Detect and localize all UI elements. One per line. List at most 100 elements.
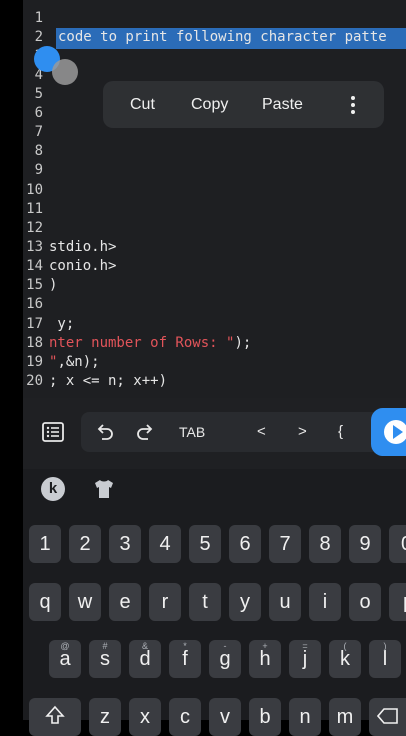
code-text: ) [49, 277, 58, 293]
cut-button[interactable]: Cut [130, 81, 155, 128]
code-line[interactable]: 15) [23, 276, 406, 295]
key-k[interactable]: (k [329, 640, 361, 678]
backspace-key[interactable] [369, 698, 406, 736]
code-line[interactable]: 10 [23, 181, 406, 200]
toolbar-keys [81, 412, 381, 452]
line-number: 13 [26, 239, 43, 255]
key-a-label: a [59, 648, 71, 670]
key-l-alt: ) [383, 641, 387, 651]
key-v[interactable]: v [209, 698, 241, 736]
line-number: 6 [34, 105, 43, 121]
key-z[interactable]: z [89, 698, 121, 736]
paste-button[interactable]: Paste [262, 81, 303, 128]
key-0[interactable]: 0 [389, 525, 406, 563]
line-number: 16 [26, 296, 43, 312]
code-line[interactable]: 17 y; [23, 315, 406, 334]
key-g[interactable]: -g [209, 640, 241, 678]
code-line[interactable]: 20 ; x <= n; x++) [23, 372, 406, 391]
code-text: ; x <= n; x++) [49, 373, 168, 389]
key-b[interactable]: b [249, 698, 281, 736]
touch-indicator [52, 59, 78, 85]
key-c[interactable]: c [169, 698, 201, 736]
line-number: 17 [26, 316, 43, 332]
copy-button[interactable]: Copy [191, 81, 228, 128]
key-k-alt: ( [343, 641, 347, 651]
code-line[interactable]: 16 [23, 295, 406, 314]
code-text: y; [49, 316, 75, 332]
shift-icon [45, 705, 65, 724]
keyboard-logo-icon[interactable]: k [41, 477, 65, 501]
key-h[interactable]: + h [249, 640, 281, 678]
line-number: 20 [26, 373, 43, 389]
key-5[interactable]: 5 [189, 525, 221, 563]
brace-key[interactable]: { [338, 412, 343, 452]
code-line[interactable]: 3 [23, 47, 406, 66]
code-line[interactable]: 11 [23, 200, 406, 219]
key-g-label: g [219, 648, 231, 670]
key-a[interactable]: @ a [49, 640, 81, 678]
code-line[interactable]: 9 [23, 161, 406, 180]
key-s[interactable]: # s [89, 640, 121, 678]
key-7[interactable]: 7 [269, 525, 301, 563]
key-o[interactable]: o [349, 583, 381, 621]
key-u[interactable]: u [269, 583, 301, 621]
code-line[interactable]: 18 nter number of Rows: "); [23, 334, 406, 353]
shift-key[interactable] [29, 698, 81, 736]
line-number: 5 [34, 86, 43, 102]
key-x[interactable]: x [129, 698, 161, 736]
shirt-icon[interactable] [92, 477, 116, 501]
code-line[interactable]: 13 stdio.h> [23, 238, 406, 257]
run-button[interactable] [371, 408, 406, 456]
key-q[interactable]: q [29, 583, 61, 621]
tab-key[interactable]: TAB [179, 412, 205, 452]
key-4[interactable]: 4 [149, 525, 181, 563]
soft-keyboard: k 1 2 3 4 5 6 7 8 9 0 q w e r t y u i o … [23, 469, 406, 736]
key-j-label: j [302, 648, 308, 670]
code-text: ,&n); [57, 354, 100, 370]
key-j[interactable]: = j [289, 640, 321, 678]
key-2[interactable]: 2 [69, 525, 101, 563]
code-line[interactable]: 14 conio.h> [23, 257, 406, 276]
key-p[interactable]: p [389, 583, 406, 621]
key-i[interactable]: i [309, 583, 341, 621]
key-y[interactable]: y [229, 583, 261, 621]
key-e[interactable]: e [109, 583, 141, 621]
code-line[interactable]: 1 [23, 9, 406, 28]
key-1[interactable]: 1 [29, 525, 61, 563]
code-line[interactable]: 8 [23, 142, 406, 161]
key-m[interactable]: m [329, 698, 361, 736]
redo-icon[interactable] [135, 422, 155, 442]
key-d-label: d [139, 648, 151, 670]
less-than-key[interactable]: < [257, 412, 266, 452]
key-r[interactable]: r [149, 583, 181, 621]
key-l[interactable]: ) l [369, 640, 401, 678]
line-number: 11 [26, 201, 43, 217]
code-editor[interactable]: 1 2 code to print following character pat… [23, 0, 406, 398]
key-8[interactable]: 8 [309, 525, 341, 563]
code-line[interactable]: 12 [23, 219, 406, 238]
code-text: conio.h> [49, 258, 117, 274]
key-a-alt: @ [60, 641, 70, 651]
more-vert-icon[interactable] [347, 95, 359, 115]
key-t[interactable]: t [189, 583, 221, 621]
key-9[interactable]: 9 [349, 525, 381, 563]
code-line[interactable]: 2 code to print following character patte [23, 28, 406, 47]
line-number: 2 [34, 29, 43, 45]
key-h-label: h [259, 648, 271, 670]
key-w[interactable]: w [69, 583, 101, 621]
key-l-label: l [382, 648, 388, 670]
code-text: code to print following character patte [58, 29, 387, 45]
line-number: 9 [34, 162, 43, 178]
undo-icon[interactable] [95, 422, 115, 442]
greater-than-key[interactable]: > [298, 412, 307, 452]
key-h-alt: + [262, 641, 268, 651]
list-icon[interactable] [41, 420, 65, 444]
key-6[interactable]: 6 [229, 525, 261, 563]
line-number: 15 [26, 277, 43, 293]
key-3[interactable]: 3 [109, 525, 141, 563]
key-d[interactable]: & d [129, 640, 161, 678]
key-n[interactable]: n [289, 698, 321, 736]
code-line[interactable]: 19 ",&n); [23, 353, 406, 372]
key-f[interactable]: * f [169, 640, 201, 678]
line-number: 10 [26, 182, 43, 198]
